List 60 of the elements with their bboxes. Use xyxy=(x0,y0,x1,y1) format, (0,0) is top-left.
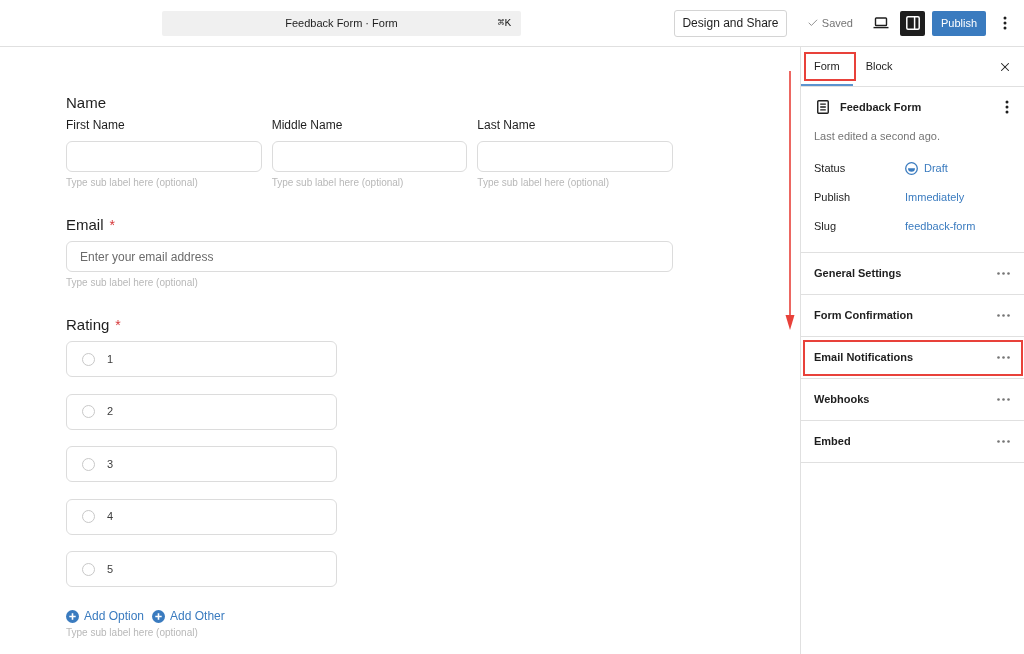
property-link[interactable]: feedback-form xyxy=(905,218,976,235)
sub-field-label: Last Name xyxy=(477,117,537,133)
input-field[interactable] xyxy=(271,141,468,172)
settings-section[interactable]: General Settings xyxy=(801,253,1024,295)
laptop-icon xyxy=(873,17,889,29)
radio-option[interactable]: 1 xyxy=(66,341,337,377)
section-title: General Settings xyxy=(814,266,902,282)
section-title: Embed xyxy=(814,434,851,450)
more-options-icon xyxy=(996,356,1010,359)
more-options-icon xyxy=(996,440,1010,443)
property-label: Status xyxy=(814,161,847,177)
panel-icon xyxy=(905,16,920,30)
more-options-icon xyxy=(996,398,1010,401)
property-label: Slug xyxy=(814,219,838,235)
section-title: Webhooks xyxy=(814,392,870,408)
property-link[interactable]: Immediately xyxy=(905,189,965,206)
input-field[interactable] xyxy=(477,141,673,172)
field-label: Email xyxy=(66,216,104,234)
sub-field-label: Middle Name xyxy=(271,117,344,133)
document-icon xyxy=(817,100,829,114)
add-option-link[interactable]: Add Option xyxy=(66,609,145,623)
plus-circle-icon xyxy=(152,609,166,623)
more-options-icon xyxy=(996,314,1010,317)
form-title: Feedback Form xyxy=(840,99,922,115)
publish-button[interactable]: Publish xyxy=(932,10,986,36)
email-input-field[interactable]: Enter your email address xyxy=(66,241,673,272)
last-edited-text: Last edited a second ago. xyxy=(814,129,941,143)
draft-status-icon xyxy=(905,162,918,175)
settings-section[interactable]: Email Notifications xyxy=(801,337,1024,379)
sidebar-tab[interactable]: Form xyxy=(801,47,853,86)
property-label: Publish xyxy=(814,190,852,206)
save-status: Saved xyxy=(821,15,853,31)
sidebar-toggle-button[interactable] xyxy=(900,10,925,36)
settings-section[interactable]: Webhooks xyxy=(801,379,1024,421)
radio-option[interactable]: 2 xyxy=(66,393,337,430)
radio-option[interactable]: 4 xyxy=(66,498,337,535)
sidebar-tab[interactable]: Block xyxy=(852,47,906,86)
input-field[interactable] xyxy=(66,141,262,172)
required-mark: * xyxy=(115,316,121,334)
settings-section[interactable]: Embed xyxy=(801,421,1024,463)
plus-circle-icon xyxy=(66,609,79,623)
section-title: Form Confirmation xyxy=(814,308,913,324)
settings-section[interactable]: Form Confirmation xyxy=(801,295,1024,337)
sub-field-label: First Name xyxy=(66,117,126,133)
section-title: Email Notifications xyxy=(814,350,914,366)
field-label: Rating xyxy=(66,316,110,334)
more-options-icon xyxy=(1005,100,1009,114)
command-bar[interactable]: Feedback Form · Form ⌘K xyxy=(162,10,521,36)
add-option-link[interactable]: Add Other xyxy=(152,609,225,623)
radio-option[interactable]: 3 xyxy=(66,446,337,482)
check-icon xyxy=(807,17,819,29)
required-mark: * xyxy=(109,216,115,234)
field-label: Name xyxy=(66,94,106,112)
design-and-share-button[interactable]: Design and Share xyxy=(674,9,787,37)
more-options-icon xyxy=(1003,16,1007,30)
preview-button[interactable] xyxy=(873,17,889,29)
property-link[interactable]: Draft xyxy=(905,160,948,177)
shortcut-key: ⌘K xyxy=(497,14,511,32)
more-options-icon xyxy=(996,272,1010,275)
radio-option[interactable]: 5 xyxy=(66,551,337,587)
